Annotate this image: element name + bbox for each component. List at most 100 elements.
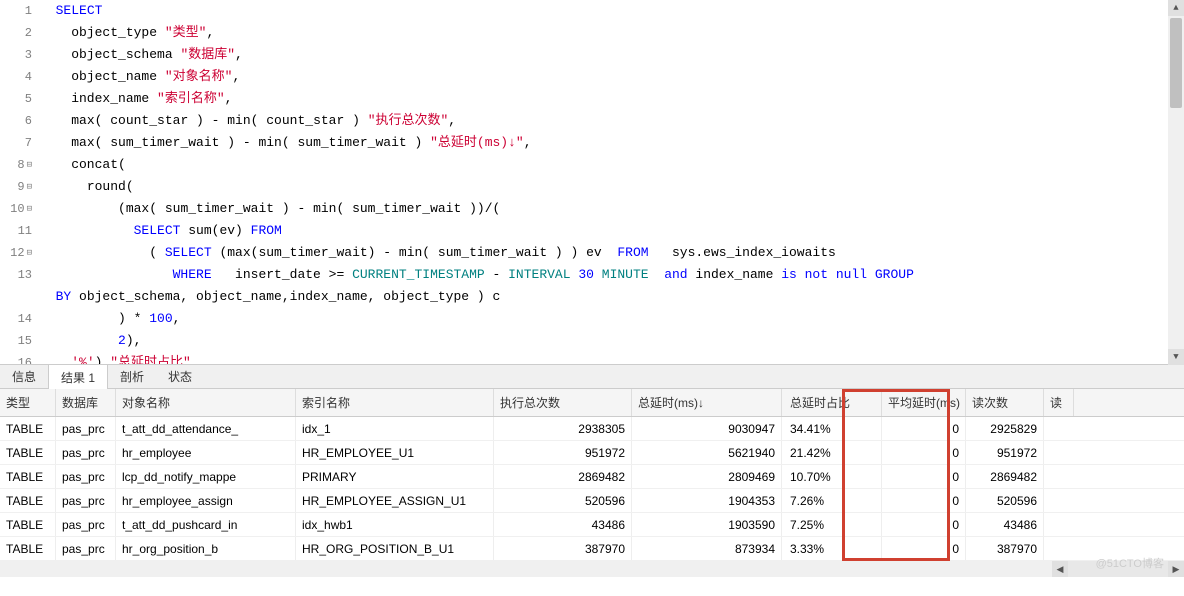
- line-number: 10⊟: [0, 198, 32, 220]
- code-line[interactable]: WHERE insert_date >= CURRENT_TIMESTAMP -…: [40, 264, 1184, 286]
- cell-schema: pas_prc: [56, 537, 116, 560]
- line-number: 6: [0, 110, 32, 132]
- column-header[interactable]: 平均延时(ms): [882, 389, 966, 416]
- column-header[interactable]: 读次数: [966, 389, 1044, 416]
- cell-type: TABLE: [0, 465, 56, 488]
- cell-reads: 2869482: [966, 465, 1044, 488]
- column-header[interactable]: 对象名称: [116, 389, 296, 416]
- code-line[interactable]: ( SELECT (max(sum_timer_wait) - min( sum…: [40, 242, 1184, 264]
- code-line[interactable]: object_type "类型",: [40, 22, 1184, 44]
- cell-idx: idx_hwb1: [296, 513, 494, 536]
- scroll-left-icon[interactable]: ◀: [1052, 561, 1068, 577]
- line-gutter: 12345678⊟9⊟10⊟1112⊟13 141516: [0, 0, 40, 364]
- cell-idx: HR_ORG_POSITION_B_U1: [296, 537, 494, 560]
- table-row[interactable]: TABLEpas_prchr_org_position_bHR_ORG_POSI…: [0, 537, 1184, 561]
- cell-avg: 0: [882, 441, 966, 464]
- cell-delay: 9030947: [632, 417, 782, 440]
- vertical-scrollbar[interactable]: ▲ ▼: [1168, 0, 1184, 365]
- cell-schema: pas_prc: [56, 441, 116, 464]
- cell-reads: 387970: [966, 537, 1044, 560]
- line-number: 1: [0, 0, 32, 22]
- line-number: [0, 286, 32, 308]
- table-row[interactable]: TABLEpas_prclcp_dd_notify_mappePRIMARY 28…: [0, 465, 1184, 489]
- tab-剖析[interactable]: 剖析: [108, 364, 156, 389]
- cell-obj: lcp_dd_notify_mappe: [116, 465, 296, 488]
- code-line[interactable]: SELECT: [40, 0, 1184, 22]
- table-row[interactable]: TABLEpas_prchr_employeeHR_EMPLOYEE_U1951…: [0, 441, 1184, 465]
- cell-schema: pas_prc: [56, 513, 116, 536]
- code-line[interactable]: '%') "总延时占比",: [40, 352, 1184, 364]
- h-scrollbar[interactable]: ◀ ▶: [0, 561, 1184, 577]
- code-line[interactable]: SELECT sum(ev) FROM: [40, 220, 1184, 242]
- grid-header-row: 类型数据库对象名称索引名称执行总次数总延时(ms)↓总延时占比平均延时(ms)读…: [0, 389, 1184, 417]
- cell-avg: 0: [882, 417, 966, 440]
- table-row[interactable]: TABLEpas_prchr_employee_assignHR_EMPLOYE…: [0, 489, 1184, 513]
- cell-type: TABLE: [0, 417, 56, 440]
- cell-reads: 520596: [966, 489, 1044, 512]
- watermark: @51CTO博客: [1096, 555, 1164, 571]
- result-tabs: 信息结果 1剖析状态: [0, 365, 1184, 389]
- code-line[interactable]: object_name "对象名称",: [40, 66, 1184, 88]
- cell-schema: pas_prc: [56, 465, 116, 488]
- cell-avg: 0: [882, 513, 966, 536]
- cell-exec: 43486: [494, 513, 632, 536]
- line-number: 3: [0, 44, 32, 66]
- code-line[interactable]: index_name "索引名称",: [40, 88, 1184, 110]
- cell-idx: PRIMARY: [296, 465, 494, 488]
- cell-idx: HR_EMPLOYEE_U1: [296, 441, 494, 464]
- line-number: 14: [0, 308, 32, 330]
- sql-editor[interactable]: 12345678⊟9⊟10⊟1112⊟13 141516 SELECT obje…: [0, 0, 1184, 365]
- tab-结果 1[interactable]: 结果 1: [48, 364, 108, 390]
- cell-exec: 2938305: [494, 417, 632, 440]
- cell-type: TABLE: [0, 489, 56, 512]
- code-line[interactable]: max( count_star ) - min( count_star ) "执…: [40, 110, 1184, 132]
- code-line[interactable]: ) * 100,: [40, 308, 1184, 330]
- cell-obj: hr_employee_assign: [116, 489, 296, 512]
- column-header[interactable]: 总延时占比: [782, 389, 882, 416]
- column-header[interactable]: 类型: [0, 389, 56, 416]
- scroll-right-icon[interactable]: ▶: [1168, 561, 1184, 577]
- scroll-down-icon[interactable]: ▼: [1168, 349, 1184, 365]
- column-header[interactable]: 索引名称: [296, 389, 494, 416]
- code-line[interactable]: 2),: [40, 330, 1184, 352]
- cell-reads: 951972: [966, 441, 1044, 464]
- cell-obj: t_att_dd_pushcard_in: [116, 513, 296, 536]
- table-row[interactable]: TABLEpas_prct_att_dd_pushcard_inidx_hwb1…: [0, 513, 1184, 537]
- cell-delay: 5621940: [632, 441, 782, 464]
- line-number: 11: [0, 220, 32, 242]
- cell-exec: 520596: [494, 489, 632, 512]
- tab-状态[interactable]: 状态: [156, 364, 204, 389]
- code-line[interactable]: concat(: [40, 154, 1184, 176]
- cell-pct: 3.33%: [782, 537, 882, 560]
- cell-pct: 34.41%: [782, 417, 882, 440]
- table-row[interactable]: TABLEpas_prct_att_dd_attendance_idx_1293…: [0, 417, 1184, 441]
- column-header[interactable]: 总延时(ms)↓: [632, 389, 782, 416]
- code-line[interactable]: max( sum_timer_wait ) - min( sum_timer_w…: [40, 132, 1184, 154]
- code-line[interactable]: (max( sum_timer_wait ) - min( sum_timer_…: [40, 198, 1184, 220]
- cell-delay: 1903590: [632, 513, 782, 536]
- cell-obj: t_att_dd_attendance_: [116, 417, 296, 440]
- cell-exec: 951972: [494, 441, 632, 464]
- code-area[interactable]: SELECT object_type "类型", object_schema "…: [40, 0, 1184, 364]
- cell-avg: 0: [882, 489, 966, 512]
- line-number: 7: [0, 132, 32, 154]
- tab-信息[interactable]: 信息: [0, 364, 48, 389]
- cell-type: TABLE: [0, 513, 56, 536]
- column-header[interactable]: 执行总次数: [494, 389, 632, 416]
- cell-pct: 7.26%: [782, 489, 882, 512]
- code-line[interactable]: object_schema "数据库",: [40, 44, 1184, 66]
- cell-delay: 873934: [632, 537, 782, 560]
- line-number: 13: [0, 264, 32, 286]
- cell-delay: 2809469: [632, 465, 782, 488]
- cell-reads: 43486: [966, 513, 1044, 536]
- line-number: 8⊟: [0, 154, 32, 176]
- scrollbar-thumb[interactable]: [1170, 18, 1182, 108]
- cell-idx: HR_EMPLOYEE_ASSIGN_U1: [296, 489, 494, 512]
- column-header[interactable]: 读: [1044, 389, 1074, 416]
- scroll-up-icon[interactable]: ▲: [1168, 0, 1184, 16]
- code-line[interactable]: BY object_schema, object_name,index_name…: [40, 286, 1184, 308]
- cell-pct: 21.42%: [782, 441, 882, 464]
- column-header[interactable]: 数据库: [56, 389, 116, 416]
- cell-obj: hr_employee: [116, 441, 296, 464]
- code-line[interactable]: round(: [40, 176, 1184, 198]
